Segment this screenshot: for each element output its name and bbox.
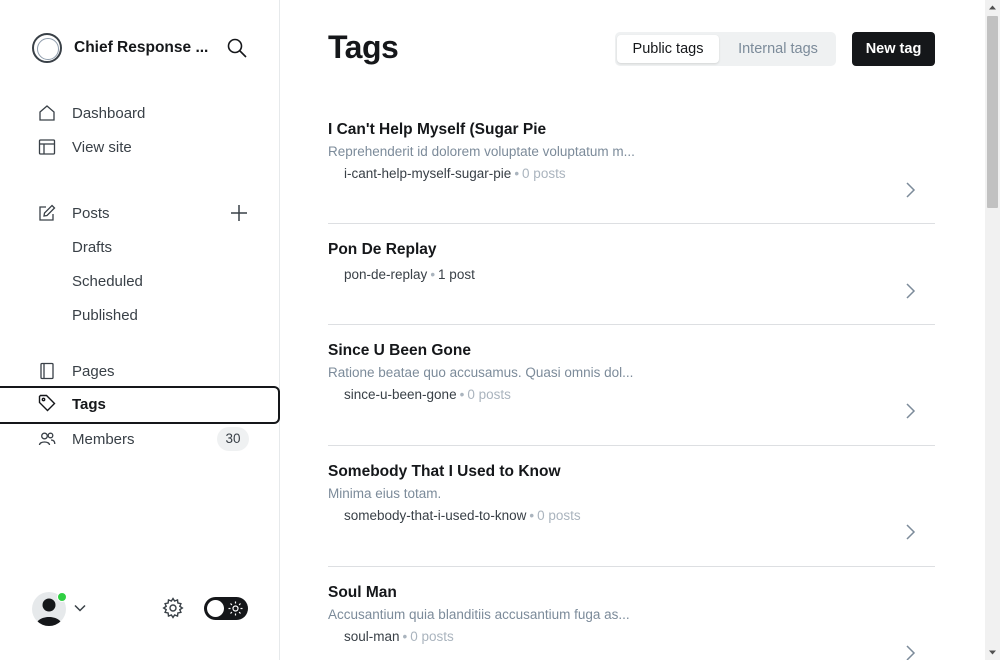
nav-posts-label: Posts (72, 205, 110, 222)
separator-dot: • (430, 267, 436, 282)
tag-slug: soul-man (344, 629, 400, 644)
chevron-right-icon (906, 283, 916, 299)
layout-icon (38, 139, 56, 155)
tag-row[interactable]: Since U Been Gone Ratione beatae quo acc… (328, 325, 935, 446)
nav-members-label: Members (72, 431, 135, 448)
sun-icon (228, 601, 243, 616)
new-tag-button[interactable]: New tag (852, 32, 935, 66)
tag-icon (38, 394, 56, 412)
tag-description: Minima eius totam. (328, 486, 442, 501)
nav-published[interactable]: Published (0, 298, 280, 332)
tag-slug: pon-de-replay (344, 267, 428, 282)
tag-name: I Can't Help Myself (Sugar Pie (328, 121, 547, 138)
tag-slug: i-cant-help-myself-sugar-pie (344, 166, 512, 181)
sidebar: Chief Response ... Dashboard View site P… (0, 0, 280, 660)
tag-post-count: 1 post (438, 267, 475, 282)
nav-pages[interactable]: Pages (0, 354, 280, 388)
members-icon (38, 432, 56, 446)
chevron-right-icon (906, 403, 916, 419)
separator-dot: • (402, 629, 408, 644)
separator-dot: • (459, 387, 465, 402)
tag-meta: somebody-that-i-used-to-know • 0 posts (344, 508, 581, 523)
members-count-badge: 30 (217, 427, 249, 451)
page-title: Tags (328, 29, 399, 65)
nav-view-site-label: View site (72, 139, 132, 156)
tag-post-count: 0 posts (522, 166, 566, 181)
tab-public-tags[interactable]: Public tags (617, 35, 719, 63)
tag-name: Pon De Replay (328, 241, 437, 258)
gear-icon[interactable] (162, 597, 184, 619)
tag-type-switch: Public tags Internal tags (615, 32, 836, 66)
scroll-down-arrow-icon[interactable] (985, 645, 1000, 660)
tab-internal-tags[interactable]: Internal tags (723, 35, 833, 63)
tag-post-count: 0 posts (410, 629, 454, 644)
tag-row[interactable]: Soul Man Accusantium quia blanditiis acc… (328, 567, 935, 660)
tag-description: Reprehenderit id dolorem voluptate volup… (328, 144, 635, 159)
tag-post-count: 0 posts (537, 508, 581, 523)
nav-scheduled[interactable]: Scheduled (0, 264, 280, 298)
chevron-down-icon[interactable] (73, 601, 87, 615)
tag-meta: since-u-been-gone • 0 posts (344, 387, 511, 402)
nav-dashboard[interactable]: Dashboard (0, 96, 280, 130)
nav-published-label: Published (72, 307, 138, 324)
tag-slug: somebody-that-i-used-to-know (344, 508, 527, 523)
dark-mode-toggle[interactable] (204, 597, 248, 620)
tag-name: Somebody That I Used to Know (328, 463, 561, 480)
tag-row[interactable]: I Can't Help Myself (Sugar Pie Reprehend… (328, 104, 935, 224)
tag-row[interactable]: Pon De Replay pon-de-replay • 1 post (328, 224, 935, 325)
site-logo-icon (32, 33, 62, 63)
tag-post-count: 0 posts (467, 387, 511, 402)
add-post-icon[interactable] (229, 203, 249, 223)
search-icon[interactable] (226, 37, 248, 59)
page-scrollbar[interactable] (985, 0, 1000, 660)
nav-pages-label: Pages (72, 363, 115, 380)
chevron-right-icon (906, 524, 916, 540)
nav-scheduled-label: Scheduled (72, 273, 143, 290)
site-brand[interactable]: Chief Response ... (32, 33, 252, 63)
main-content: Tags Public tags Internal tags New tag I… (280, 0, 985, 660)
separator-dot: • (514, 166, 520, 181)
separator-dot: • (529, 508, 535, 523)
tag-meta: soul-man • 0 posts (344, 629, 454, 644)
edit-icon (39, 204, 56, 221)
tag-name: Soul Man (328, 584, 397, 601)
tag-description: Accusantium quia blanditiis accusantium … (328, 607, 630, 622)
nav-drafts-label: Drafts (72, 239, 113, 256)
pages-icon (40, 362, 54, 380)
tag-description: Ratione beatae quo accusamus. Quasi omni… (328, 365, 634, 380)
online-status-dot (57, 592, 67, 602)
tag-name: Since U Been Gone (328, 342, 471, 359)
nav-tags[interactable]: Tags (0, 386, 280, 424)
toggle-knob (207, 600, 224, 617)
site-name: Chief Response ... (74, 39, 209, 56)
nav-drafts[interactable]: Drafts (0, 230, 280, 264)
tag-row[interactable]: Somebody That I Used to Know Minima eius… (328, 446, 935, 567)
tag-slug: since-u-been-gone (344, 387, 457, 402)
scrollbar-thumb[interactable] (987, 16, 998, 208)
chevron-right-icon (906, 182, 916, 198)
nav-tags-label: Tags (72, 396, 106, 413)
scroll-up-arrow-icon[interactable] (985, 0, 1000, 15)
chevron-right-icon (906, 645, 916, 660)
nav-view-site[interactable]: View site (0, 130, 280, 164)
tag-meta: i-cant-help-myself-sugar-pie • 0 posts (344, 166, 566, 181)
home-icon (39, 105, 55, 121)
nav-dashboard-label: Dashboard (72, 105, 146, 122)
tag-meta: pon-de-replay • 1 post (344, 267, 475, 282)
